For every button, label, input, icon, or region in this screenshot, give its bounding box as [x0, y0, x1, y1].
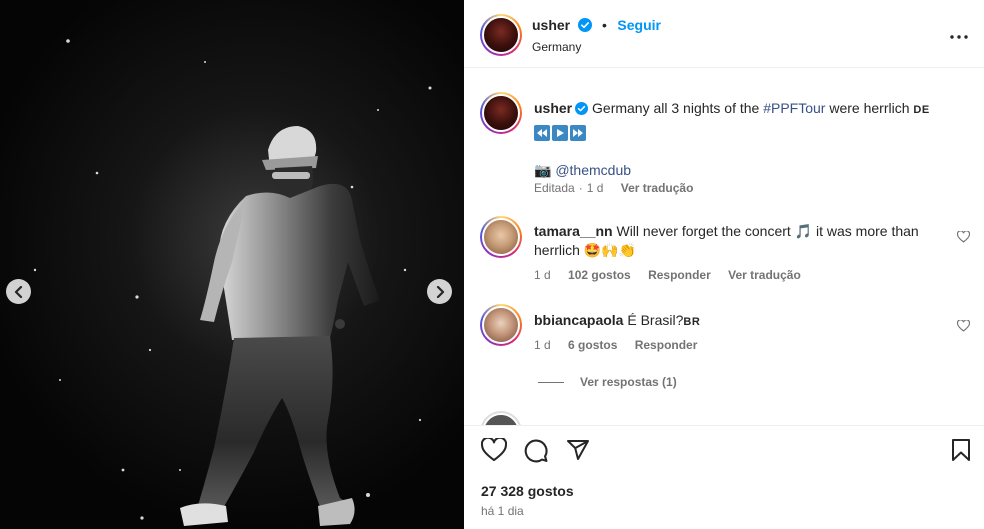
caption-body-start: Germany all 3 nights of the — [592, 100, 764, 116]
author-avatar[interactable] — [480, 14, 522, 56]
follow-button[interactable]: Seguir — [617, 17, 661, 33]
concert-photo — [33, 39, 432, 526]
play-icon — [552, 125, 568, 142]
replies-divider — [538, 382, 564, 384]
comment-likes[interactable]: 6 gostos — [568, 338, 617, 352]
post-time[interactable]: há 1 dia — [481, 504, 524, 518]
save-button[interactable] — [951, 438, 971, 467]
see-translation-link[interactable]: Ver tradução — [621, 181, 694, 195]
post-panel: usher • Seguir Germany usher Germany all… — [464, 0, 984, 529]
post-header: usher • Seguir Germany — [464, 0, 984, 68]
comment-item-partial — [480, 411, 970, 425]
post-location[interactable]: Germany — [532, 40, 581, 54]
separator-dot: • — [602, 17, 607, 33]
post-media[interactable] — [0, 0, 464, 529]
camera-emoji: 📷 — [534, 162, 552, 178]
comment-item: tamara__nn Will never forget the concert… — [480, 216, 971, 286]
comment-username[interactable]: bbiancapaola — [534, 312, 623, 328]
commenter-avatar[interactable] — [480, 304, 522, 346]
caption-text: usher Germany all 3 nights of the #PPFTo… — [534, 99, 954, 180]
credit-mention[interactable]: @themcdub — [555, 162, 631, 178]
edited-label: Editada — [534, 181, 575, 195]
like-button[interactable] — [480, 436, 508, 467]
likes-count[interactable]: 27 328 gostos — [481, 483, 574, 499]
heart-icon — [480, 436, 508, 462]
caption-hashtag[interactable]: #PPFTour — [763, 100, 825, 116]
see-translation-link[interactable]: Ver tradução — [728, 268, 801, 282]
author-line: usher • Seguir — [532, 17, 661, 35]
comment-text: tamara__nn Will never forget the concert… — [534, 222, 939, 260]
comment-likes[interactable]: 102 gostos — [568, 268, 631, 282]
flag-de: DE — [913, 104, 930, 116]
reply-button[interactable]: Responder — [648, 268, 711, 282]
comment-time: 1 d — [534, 268, 551, 282]
more-options-button[interactable] — [950, 26, 968, 44]
send-icon — [567, 440, 589, 460]
heart-outline-icon — [956, 230, 971, 243]
caption-time: 1 d — [586, 181, 604, 195]
flag-br: BR — [683, 316, 701, 328]
comments-section[interactable]: usher Germany all 3 nights of the #PPFTo… — [464, 69, 984, 425]
heart-outline-icon — [956, 319, 971, 332]
comment-meta: 1 d 6 gostos Responder — [534, 338, 711, 352]
caption-credit: 📷 @themcdub — [534, 161, 954, 180]
rewind-icon — [534, 125, 550, 142]
comment-body: É Brasil? — [627, 312, 684, 328]
author-username[interactable]: usher — [532, 17, 570, 33]
previous-photo-button[interactable] — [6, 279, 31, 304]
comment-button[interactable] — [523, 438, 549, 468]
comment-bubble-icon — [524, 439, 548, 463]
caption-meta: Editada · 1 d Ver tradução — [534, 181, 707, 195]
chevron-left-icon — [14, 285, 22, 298]
next-photo-button[interactable] — [427, 279, 452, 304]
view-replies-button[interactable]: Ver respostas (1) — [538, 375, 677, 389]
verified-badge-icon — [575, 102, 589, 115]
commenter-avatar[interactable] — [480, 216, 522, 258]
caption: usher Germany all 3 nights of the #PPFTo… — [480, 92, 970, 202]
like-comment-button[interactable] — [956, 230, 971, 248]
caption-body-end: were herrlich — [825, 100, 910, 116]
post-actions: 27 328 gostos há 1 dia — [464, 425, 984, 529]
caption-avatar[interactable] — [480, 92, 522, 134]
meta-dot: · — [578, 181, 583, 195]
more-options-icon — [950, 35, 968, 39]
comment-username[interactable]: tamara__nn — [534, 223, 613, 239]
fast-forward-icon — [570, 125, 586, 142]
view-replies-label: Ver respostas (1) — [580, 375, 677, 389]
comment-item: bbiancapaola É Brasil?BR 1 d 6 gostos Re… — [480, 304, 971, 374]
share-button[interactable] — [566, 438, 590, 467]
chevron-right-icon — [436, 285, 444, 298]
comment-meta: 1 d 102 gostos Responder Ver tradução — [534, 268, 815, 282]
comment-text: bbiancapaola É Brasil?BR — [534, 311, 939, 332]
media-buttons-emoji — [534, 123, 954, 142]
verified-badge-icon — [577, 18, 592, 32]
caption-username[interactable]: usher — [534, 100, 572, 116]
comment-time: 1 d — [534, 338, 551, 352]
bookmark-icon — [952, 439, 970, 461]
commenter-avatar[interactable] — [480, 411, 522, 425]
reply-button[interactable]: Responder — [635, 338, 698, 352]
like-comment-button[interactable] — [956, 319, 971, 337]
